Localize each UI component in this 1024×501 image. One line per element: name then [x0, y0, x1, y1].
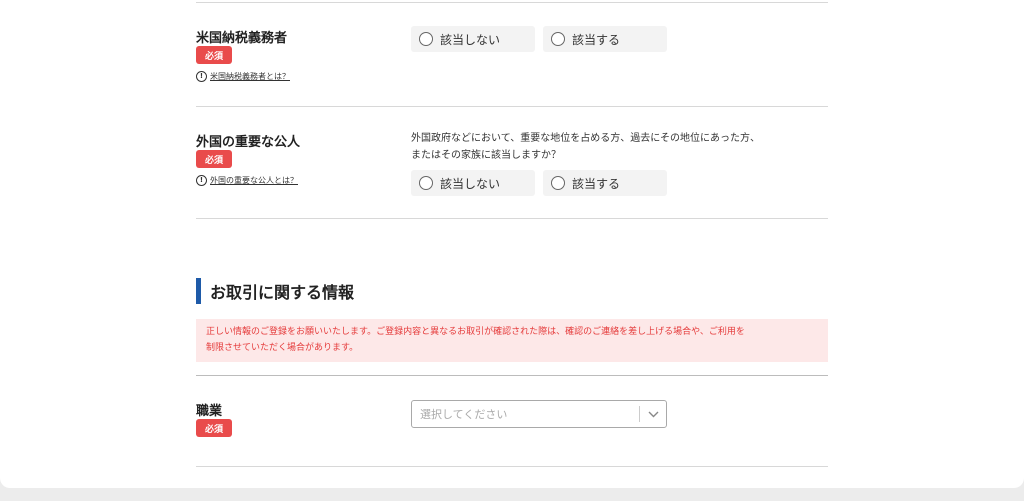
- pep-option-no[interactable]: 該当しない: [411, 170, 535, 196]
- divider: [196, 106, 828, 107]
- pep-label: 外国の重要な公人: [196, 135, 301, 150]
- chevron-down-icon[interactable]: [640, 401, 666, 427]
- divider: [196, 2, 828, 3]
- notice-box: 正しい情報のご登録をお願いいたします。ご登録内容と異なるお取引が確認された際は、…: [196, 319, 828, 362]
- radio-circle-icon[interactable]: [551, 32, 565, 46]
- required-badge: 必須: [196, 150, 232, 168]
- page: 米国納税義務者 必須 ! 米国納税義務者とは？ 該当しない 該当する 外国の重要…: [0, 0, 1024, 488]
- required-badge: 必須: [196, 419, 232, 437]
- radio-label: 該当する: [572, 176, 621, 191]
- divider: [196, 218, 828, 219]
- radio-label: 該当しない: [440, 176, 501, 191]
- us-taxpayer-help: ! 米国納税義務者とは？: [196, 71, 290, 82]
- divider: [196, 375, 828, 376]
- pep-question-line2: またはその家族に該当しますか？: [411, 150, 561, 161]
- occupation-label: 職業: [196, 404, 223, 419]
- notice-line1: 正しい情報のご登録をお願いいたします。ご登録内容と異なるお取引が確認された際は、…: [206, 327, 745, 337]
- occupation-select[interactable]: 選択してください: [411, 400, 667, 428]
- required-badge: 必須: [196, 46, 232, 64]
- pep-question-line1: 外国政府などにおいて、重要な地位を占める方、過去にその地位にあった方、: [411, 133, 760, 144]
- info-icon: !: [196, 175, 207, 186]
- us-taxpayer-label: 米国納税義務者: [196, 31, 288, 46]
- radio-circle-icon[interactable]: [419, 32, 433, 46]
- radio-label: 該当する: [572, 32, 621, 47]
- radio-circle-icon[interactable]: [419, 176, 433, 190]
- notice-line2: 制限させていただく場合があります。: [206, 343, 359, 353]
- info-icon: !: [196, 71, 207, 82]
- form-content: 米国納税義務者 必須 ! 米国納税義務者とは？ 該当しない 該当する 外国の重要…: [196, 0, 828, 488]
- pep-help: ! 外国の重要な公人とは？: [196, 175, 298, 186]
- radio-label: 該当しない: [440, 32, 501, 47]
- section-title-text: お取引に関する情報: [210, 283, 355, 302]
- pep-option-yes[interactable]: 該当する: [543, 170, 667, 196]
- occupation-select-placeholder: 選択してください: [420, 408, 508, 421]
- pep-help-link[interactable]: 外国の重要な公人とは？: [210, 175, 298, 186]
- section-title: お取引に関する情報: [196, 278, 354, 304]
- us-taxpayer-option-yes[interactable]: 該当する: [543, 26, 667, 52]
- section-title-bar: [196, 278, 201, 304]
- radio-circle-icon[interactable]: [551, 176, 565, 190]
- divider: [196, 466, 828, 467]
- us-taxpayer-option-no[interactable]: 該当しない: [411, 26, 535, 52]
- us-taxpayer-help-link[interactable]: 米国納税義務者とは？: [210, 71, 290, 82]
